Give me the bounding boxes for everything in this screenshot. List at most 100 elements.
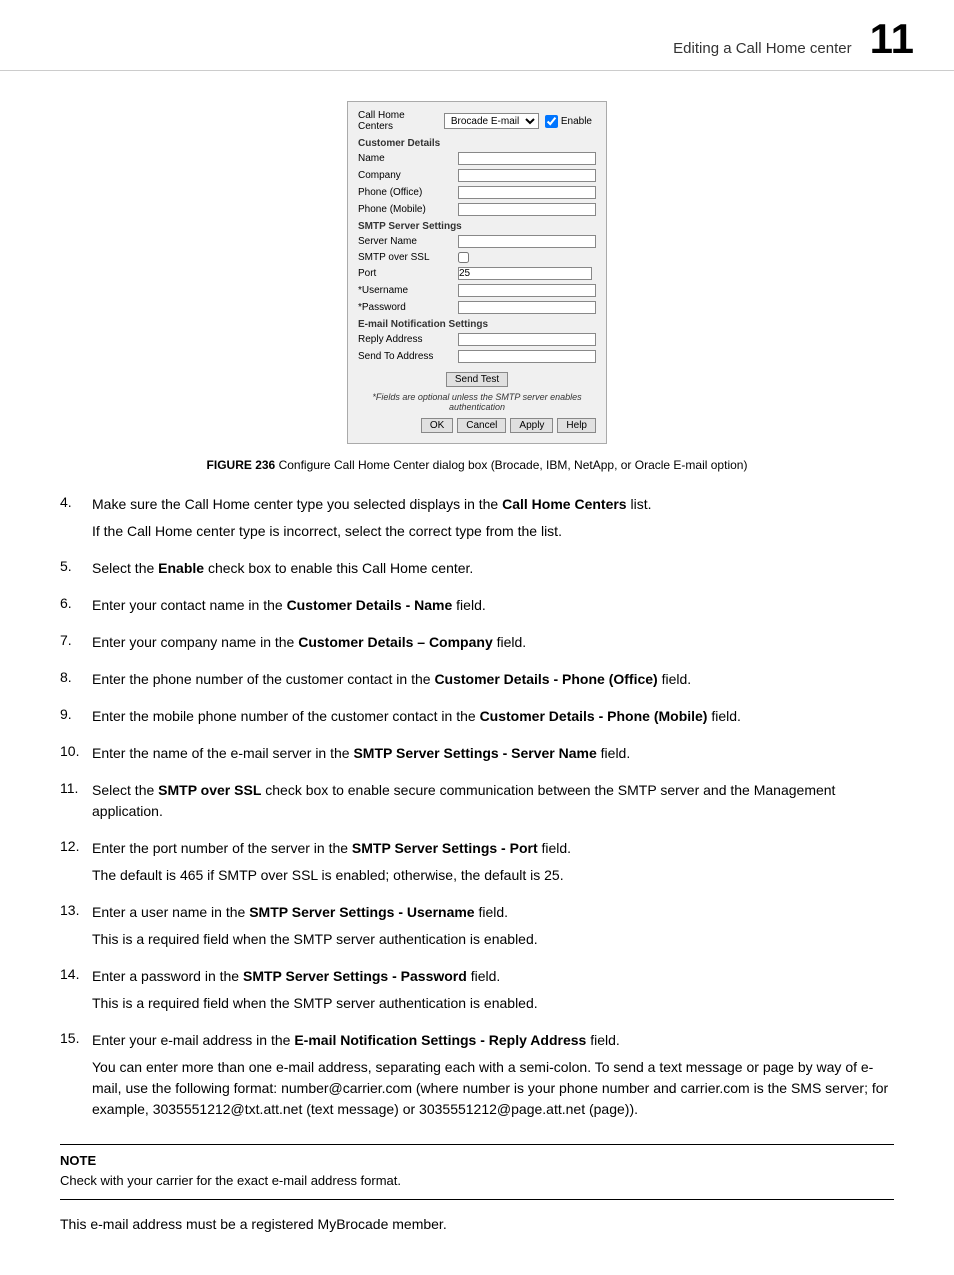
call-home-centers-label: Call Home Centers xyxy=(358,110,440,132)
username-label: *Username xyxy=(358,285,458,296)
step-5-content: Select the Enable check box to enable th… xyxy=(92,558,894,585)
step-13: 13. Enter a user name in the SMTP Server… xyxy=(60,902,894,956)
page-number: 11 xyxy=(870,18,914,60)
step-5-main: Select the Enable check box to enable th… xyxy=(92,558,894,579)
term-smtp-password: SMTP Server Settings - Password xyxy=(243,968,467,984)
reply-address-label: Reply Address xyxy=(358,334,458,345)
step-4: 4. Make sure the Call Home center type y… xyxy=(60,494,894,548)
step-10-main: Enter the name of the e-mail server in t… xyxy=(92,743,894,764)
reply-address-input[interactable] xyxy=(458,333,596,346)
step-15-num: 15. xyxy=(60,1030,92,1046)
customer-details-header: Customer Details xyxy=(358,138,596,149)
send-to-label: Send To Address xyxy=(358,351,458,362)
step-7: 7. Enter your company name in the Custom… xyxy=(60,632,894,659)
phone-office-input[interactable] xyxy=(458,186,596,199)
step-8-content: Enter the phone number of the customer c… xyxy=(92,669,894,696)
step-13-main: Enter a user name in the SMTP Server Set… xyxy=(92,902,894,923)
enable-label: Enable xyxy=(561,116,592,127)
step-12-content: Enter the port number of the server in t… xyxy=(92,838,894,892)
apply-button[interactable]: Apply xyxy=(510,418,553,433)
step-13-content: Enter a user name in the SMTP Server Set… xyxy=(92,902,894,956)
password-label: *Password xyxy=(358,302,458,313)
send-to-address-row: Send To Address xyxy=(358,350,596,363)
email-header: E-mail Notification Settings xyxy=(358,319,596,330)
note-label: NOTE xyxy=(60,1153,894,1168)
cancel-button[interactable]: Cancel xyxy=(457,418,506,433)
port-input[interactable] xyxy=(458,267,592,280)
step-11-main: Select the SMTP over SSL check box to en… xyxy=(92,780,894,822)
step-13-sub: This is a required field when the SMTP s… xyxy=(92,929,894,950)
step-10-num: 10. xyxy=(60,743,92,759)
step-7-main: Enter your company name in the Customer … xyxy=(92,632,894,653)
phone-mobile-input[interactable] xyxy=(458,203,596,216)
step-9-content: Enter the mobile phone number of the cus… xyxy=(92,706,894,733)
password-row: *Password xyxy=(358,301,596,314)
enable-checkbox[interactable] xyxy=(545,115,558,128)
step-15-content: Enter your e-mail address in the E-mail … xyxy=(92,1030,894,1126)
step-4-num: 4. xyxy=(60,494,92,510)
server-name-input[interactable] xyxy=(458,235,596,248)
phone-mobile-row: Phone (Mobile) xyxy=(358,203,596,216)
smtp-header: SMTP Server Settings xyxy=(358,221,596,232)
step-15-main: Enter your e-mail address in the E-mail … xyxy=(92,1030,894,1051)
reply-address-row: Reply Address xyxy=(358,333,596,346)
step-9-main: Enter the mobile phone number of the cus… xyxy=(92,706,894,727)
help-button[interactable]: Help xyxy=(557,418,596,433)
term-customer-phone-mobile: Customer Details - Phone (Mobile) xyxy=(480,708,708,724)
username-row: *Username xyxy=(358,284,596,297)
figure-number: FIGURE 236 xyxy=(207,458,276,472)
step-5: 5. Select the Enable check box to enable… xyxy=(60,558,894,585)
term-customer-company: Customer Details – Company xyxy=(298,634,493,650)
step-14: 14. Enter a password in the SMTP Server … xyxy=(60,966,894,1020)
dialog-box: Call Home Centers Brocade E-mail Enable … xyxy=(347,101,607,444)
term-customer-name: Customer Details - Name xyxy=(287,597,453,613)
term-call-home-centers: Call Home Centers xyxy=(502,496,626,512)
term-smtp-ssl: SMTP over SSL xyxy=(158,782,261,798)
step-7-num: 7. xyxy=(60,632,92,648)
step-8-main: Enter the phone number of the customer c… xyxy=(92,669,894,690)
password-input[interactable] xyxy=(458,301,596,314)
dialog-top-bar: Call Home Centers Brocade E-mail Enable xyxy=(358,110,596,132)
send-to-input[interactable] xyxy=(458,350,596,363)
step-14-main: Enter a password in the SMTP Server Sett… xyxy=(92,966,894,987)
smtp-ssl-row: SMTP over SSL xyxy=(358,252,596,263)
step-12: 12. Enter the port number of the server … xyxy=(60,838,894,892)
ok-button[interactable]: OK xyxy=(421,418,453,433)
port-row: Port xyxy=(358,267,596,280)
step-8-num: 8. xyxy=(60,669,92,685)
company-row: Company xyxy=(358,169,596,182)
step-11-num: 11. xyxy=(60,780,92,796)
call-home-centers-select[interactable]: Brocade E-mail xyxy=(444,113,539,129)
term-smtp-port: SMTP Server Settings - Port xyxy=(352,840,538,856)
term-customer-phone-office: Customer Details - Phone (Office) xyxy=(434,671,657,687)
step-11-content: Select the SMTP over SSL check box to en… xyxy=(92,780,894,828)
dialog-footnote: *Fields are optional unless the SMTP ser… xyxy=(358,392,596,412)
step-9-num: 9. xyxy=(60,706,92,722)
smtp-ssl-label: SMTP over SSL xyxy=(358,252,458,263)
step-6-main: Enter your contact name in the Customer … xyxy=(92,595,894,616)
port-label: Port xyxy=(358,268,458,279)
name-input[interactable] xyxy=(458,152,596,165)
note-box: NOTE Check with your carrier for the exa… xyxy=(60,1144,894,1200)
company-input[interactable] xyxy=(458,169,596,182)
term-smtp-username: SMTP Server Settings - Username xyxy=(249,904,474,920)
final-note: This e-mail address must be a registered… xyxy=(60,1214,894,1235)
step-15: 15. Enter your e-mail address in the E-m… xyxy=(60,1030,894,1126)
name-row: Name xyxy=(358,152,596,165)
term-email-reply: E-mail Notification Settings - Reply Add… xyxy=(294,1032,586,1048)
send-test-button[interactable]: Send Test xyxy=(446,372,508,387)
figure-caption-text: Configure Call Home Center dialog box (B… xyxy=(279,458,748,472)
server-name-row: Server Name xyxy=(358,235,596,248)
step-14-content: Enter a password in the SMTP Server Sett… xyxy=(92,966,894,1020)
step-14-sub: This is a required field when the SMTP s… xyxy=(92,993,894,1014)
step-10: 10. Enter the name of the e-mail server … xyxy=(60,743,894,770)
step-9: 9. Enter the mobile phone number of the … xyxy=(60,706,894,733)
step-6-content: Enter your contact name in the Customer … xyxy=(92,595,894,622)
smtp-ssl-checkbox[interactable] xyxy=(458,252,469,263)
step-5-num: 5. xyxy=(60,558,92,574)
main-content: Call Home Centers Brocade E-mail Enable … xyxy=(0,71,954,1275)
username-input[interactable] xyxy=(458,284,596,297)
server-name-label: Server Name xyxy=(358,236,458,247)
send-test-row: Send Test xyxy=(358,367,596,390)
step-15-sub: You can enter more than one e-mail addre… xyxy=(92,1057,894,1120)
